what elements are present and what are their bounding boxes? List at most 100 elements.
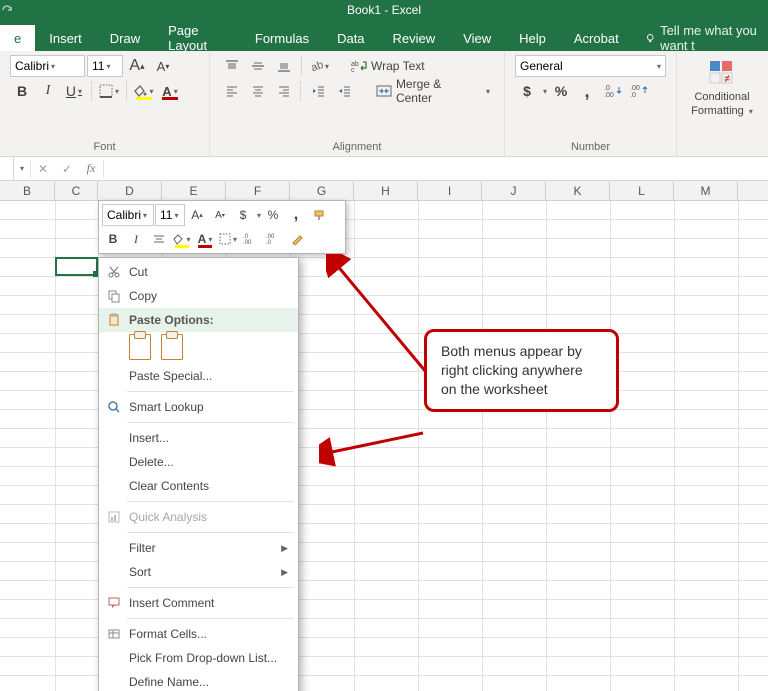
ctx-define-name[interactable]: Define Name... xyxy=(99,670,298,691)
ctx-copy[interactable]: Copy xyxy=(99,284,298,308)
mt-font-color-button[interactable]: A▾ xyxy=(194,228,216,250)
font-size-select[interactable]: 11▾ xyxy=(87,55,123,77)
paste-icon-1[interactable] xyxy=(129,334,151,360)
mt-size-select[interactable]: 11▾ xyxy=(155,204,185,226)
font-name-select[interactable]: Calibri▾ xyxy=(10,55,85,77)
orientation-icon[interactable]: ab▾ xyxy=(307,55,331,77)
col-B[interactable]: B xyxy=(0,181,55,200)
mt-currency-button[interactable]: $ xyxy=(232,204,254,226)
group-label-number: Number xyxy=(515,139,666,155)
mt-format-painter-icon[interactable] xyxy=(308,204,330,226)
name-box[interactable] xyxy=(0,157,14,181)
mt-inc-decimal-icon[interactable]: .0.00 xyxy=(240,228,262,250)
worksheet-grid[interactable]: B C D E F G H I J K L M Calibri▾ 11▾ A▴ … xyxy=(0,181,768,691)
ribbon-tab-home[interactable]: e xyxy=(0,25,35,51)
ctx-insert-comment[interactable]: Insert Comment xyxy=(99,591,298,615)
ctx-cut[interactable]: Cut xyxy=(99,260,298,284)
align-center-icon[interactable] xyxy=(246,80,270,102)
ribbon-tab-insert[interactable]: Insert xyxy=(35,25,96,51)
mt-inc-font-icon[interactable]: A▴ xyxy=(186,204,208,226)
merge-center-button[interactable]: Merge & Center▾ xyxy=(372,80,494,102)
wrap-text-button[interactable]: abc Wrap Text xyxy=(347,55,429,77)
quick-analysis-icon xyxy=(103,508,125,526)
svg-text:ab: ab xyxy=(310,59,323,73)
comma-button[interactable]: , xyxy=(575,80,599,102)
ctx-delete[interactable]: Delete... xyxy=(99,450,298,474)
col-L[interactable]: L xyxy=(610,181,674,200)
mt-dec-decimal-icon[interactable]: .00.0 xyxy=(263,228,285,250)
ctx-clear[interactable]: Clear Contents xyxy=(99,474,298,498)
mt-dec-font-icon[interactable]: A▾ xyxy=(209,204,231,226)
mt-italic-button[interactable]: I xyxy=(125,228,147,250)
paste-icon-2[interactable] xyxy=(161,334,183,360)
mt-font-select[interactable]: Calibri▾ xyxy=(102,204,154,226)
ribbon-tab-data[interactable]: Data xyxy=(323,25,378,51)
align-left-icon[interactable] xyxy=(220,80,244,102)
increase-decimal-icon[interactable]: .0.00 xyxy=(601,80,625,102)
selected-cell[interactable] xyxy=(55,257,98,276)
mt-bold-button[interactable]: B xyxy=(102,228,124,250)
col-C[interactable]: C xyxy=(55,181,98,200)
decrease-font-icon[interactable]: A▾ xyxy=(151,55,175,77)
ribbon-tab-review[interactable]: Review xyxy=(379,25,450,51)
name-box-dropdown[interactable]: ▾ xyxy=(14,164,30,173)
ctx-insert[interactable]: Insert... xyxy=(99,426,298,450)
align-right-icon[interactable] xyxy=(272,80,296,102)
col-G[interactable]: G xyxy=(290,181,354,200)
chevron-right-icon: ▶ xyxy=(281,567,288,578)
ctx-paste-options[interactable]: Paste Options: xyxy=(99,308,298,332)
fx-icon[interactable]: fx xyxy=(79,157,103,181)
col-I[interactable]: I xyxy=(418,181,482,200)
separator xyxy=(301,56,302,76)
ctx-paste-special[interactable]: Paste Special... xyxy=(99,364,298,388)
font-color-button[interactable]: A▾ xyxy=(158,80,182,102)
col-H[interactable]: H xyxy=(354,181,418,200)
ctx-sort[interactable]: Sort▶ xyxy=(99,560,298,584)
ribbon-tab-page-layout[interactable]: Page Layout xyxy=(154,25,241,51)
ribbon-tab-view[interactable]: View xyxy=(449,25,505,51)
bold-button[interactable]: B xyxy=(10,80,34,102)
decrease-indent-icon[interactable] xyxy=(306,80,330,102)
enter-icon[interactable]: ✓ xyxy=(55,157,79,181)
col-E[interactable]: E xyxy=(162,181,226,200)
ribbon-tab-draw[interactable]: Draw xyxy=(96,25,154,51)
italic-button[interactable]: I xyxy=(36,80,60,102)
border-button[interactable]: ▾ xyxy=(97,80,121,102)
mt-comma-button[interactable]: , xyxy=(285,204,307,226)
cancel-icon[interactable]: ✕ xyxy=(31,157,55,181)
mt-fill-color-button[interactable]: ▾ xyxy=(171,228,193,250)
mt-border-button[interactable]: ▾ xyxy=(217,228,239,250)
align-middle-icon[interactable] xyxy=(246,55,270,77)
tell-me[interactable]: Tell me what you want t xyxy=(645,23,768,53)
col-D[interactable]: D xyxy=(98,181,162,200)
col-M[interactable]: M xyxy=(674,181,738,200)
mt-align-icon[interactable] xyxy=(148,228,170,250)
ctx-smart-lookup[interactable]: Smart Lookup xyxy=(99,395,298,419)
ribbon-tab-formulas[interactable]: Formulas xyxy=(241,25,323,51)
percent-button[interactable]: % xyxy=(549,80,573,102)
conditional-formatting-button[interactable]: ≠ Conditional Formatting ▾ xyxy=(687,55,757,119)
qat-redo-icon[interactable] xyxy=(0,3,30,21)
align-top-icon[interactable] xyxy=(220,55,244,77)
col-K[interactable]: K xyxy=(546,181,610,200)
number-format-select[interactable]: General▾ xyxy=(515,55,666,77)
decrease-decimal-icon[interactable]: .00.0 xyxy=(627,80,651,102)
ctx-filter[interactable]: Filter▶ xyxy=(99,536,298,560)
magnifier-icon xyxy=(103,398,125,416)
currency-button[interactable]: $ xyxy=(515,80,539,102)
align-bottom-icon[interactable] xyxy=(272,55,296,77)
ctx-pick-list[interactable]: Pick From Drop-down List... xyxy=(99,646,298,670)
svg-text:.00: .00 xyxy=(604,92,614,98)
mt-format-painter-icon2[interactable] xyxy=(286,228,308,250)
increase-font-icon[interactable]: A▴ xyxy=(125,55,149,77)
ctx-format-cells[interactable]: Format Cells... xyxy=(99,622,298,646)
underline-button[interactable]: U▾ xyxy=(62,80,86,102)
fill-color-button[interactable]: ▾ xyxy=(132,80,156,102)
col-J[interactable]: J xyxy=(482,181,546,200)
ribbon-tab-help[interactable]: Help xyxy=(505,25,560,51)
svg-text:.0: .0 xyxy=(630,92,636,98)
increase-indent-icon[interactable] xyxy=(332,80,356,102)
ribbon-tab-acrobat[interactable]: Acrobat xyxy=(560,25,633,51)
mt-percent-button[interactable]: % xyxy=(262,204,284,226)
col-F[interactable]: F xyxy=(226,181,290,200)
